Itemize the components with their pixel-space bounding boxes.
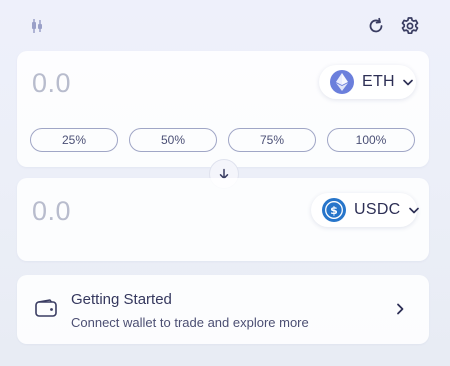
getting-started-title: Getting Started [71,291,172,308]
chevron-down-icon [403,79,413,86]
to-token-selector[interactable]: $ USDC [311,193,419,227]
from-token-symbol: ETH [362,73,395,90]
getting-started-subtitle: Connect wallet to trade and explore more [71,315,309,330]
percent-100-button[interactable]: 100% [327,128,415,152]
getting-started-card[interactable] [17,275,429,344]
to-token-symbol: USDC [354,201,401,218]
chevron-right-icon [396,303,404,315]
percent-25-button[interactable]: 25% [30,128,118,152]
chevron-down-icon [408,207,419,214]
from-token-selector[interactable]: ETH [319,65,416,99]
gear-icon[interactable] [399,15,421,37]
wallet-icon [35,299,57,317]
top-bar [0,0,450,50]
usdc-icon: $ [322,198,346,222]
ethereum-icon [330,70,354,94]
percent-50-button[interactable]: 50% [129,128,217,152]
candlestick-icon[interactable] [28,17,46,35]
svg-text:$: $ [330,204,338,217]
percent-75-button[interactable]: 75% [228,128,316,152]
refresh-icon[interactable] [366,16,386,36]
to-card: 0.0 $ USDC [17,178,429,261]
from-amount-input[interactable]: 0.0 [32,68,71,99]
to-amount-input[interactable]: 0.0 [32,196,71,227]
